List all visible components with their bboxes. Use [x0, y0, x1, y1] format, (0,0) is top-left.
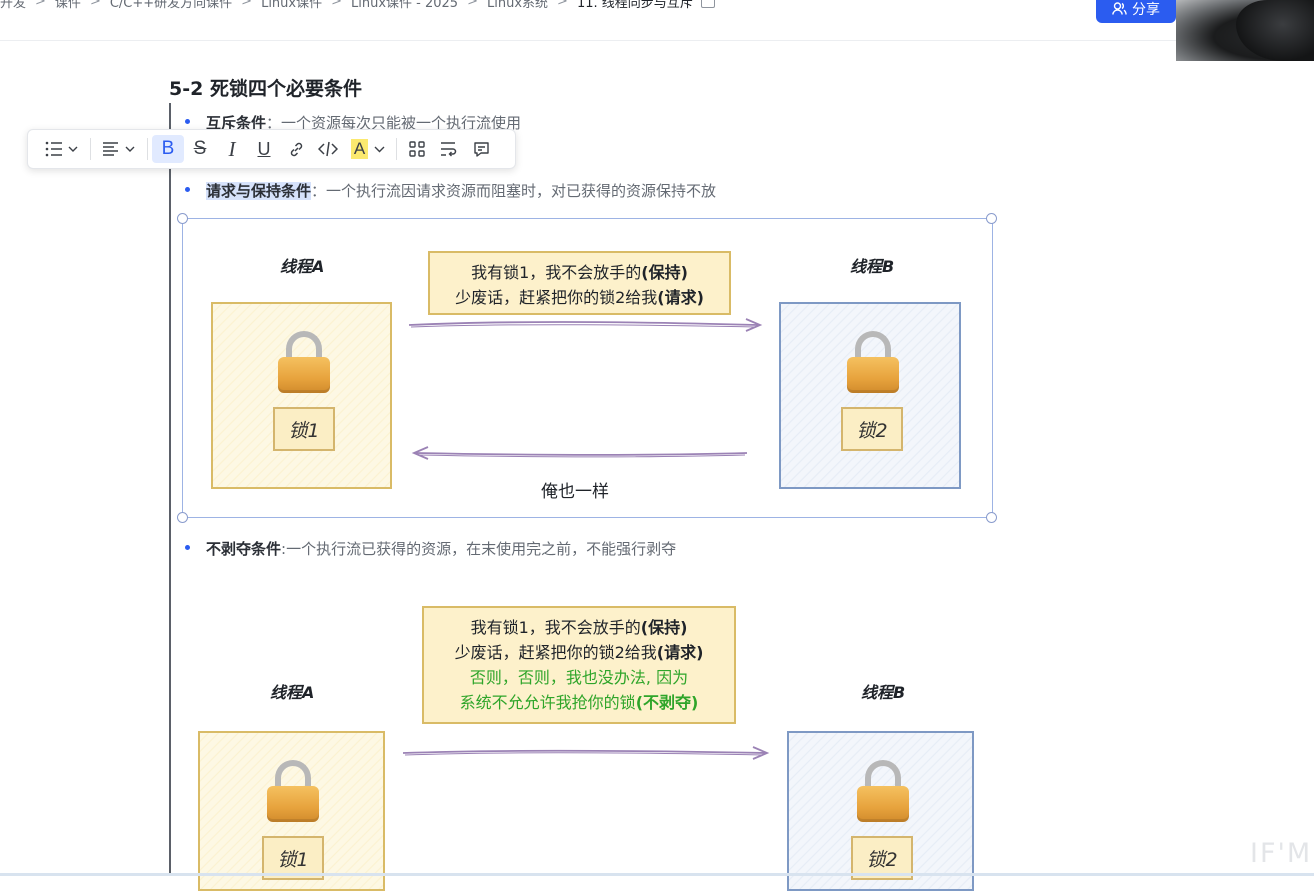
arrow-a-to-b: [408, 318, 763, 332]
watermark: IF'M.: [1250, 838, 1314, 869]
arrow-b-to-a: [411, 446, 748, 460]
diagram-arrows: [402, 318, 770, 760]
arrow-a-to-b-2: [402, 746, 770, 760]
